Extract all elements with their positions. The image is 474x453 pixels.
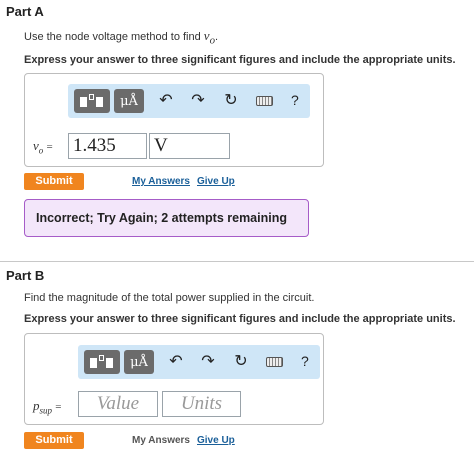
part-a-prompt-variable: vo bbox=[203, 28, 215, 47]
part-b-give-up-link[interactable]: Give Up bbox=[197, 435, 235, 446]
templates-icon bbox=[80, 94, 104, 108]
part-b-prompt: Find the magnitude of the total power su… bbox=[24, 292, 315, 304]
units-button[interactable]: μÅ bbox=[124, 350, 154, 374]
part-a-feedback-message: Incorrect; Try Again; 2 attempts remaini… bbox=[24, 199, 309, 237]
part-a-units-input[interactable]: V bbox=[149, 133, 230, 159]
part-b-equals: = bbox=[55, 401, 62, 413]
part-b-my-answers-link[interactable]: My Answers bbox=[132, 435, 190, 446]
templates-button[interactable] bbox=[84, 350, 120, 374]
units-button[interactable]: μÅ bbox=[114, 89, 144, 113]
units-icon: μÅ bbox=[130, 354, 148, 370]
keyboard-icon[interactable] bbox=[266, 357, 283, 367]
templates-icon bbox=[90, 355, 114, 369]
part-a-submit-button[interactable]: Submit bbox=[24, 173, 84, 190]
help-icon[interactable]: ? bbox=[291, 92, 299, 108]
part-b-submit-button[interactable]: Submit bbox=[24, 432, 84, 449]
templates-button[interactable] bbox=[74, 89, 110, 113]
part-a-prompt: Use the node voltage method to find vo. bbox=[24, 28, 218, 47]
part-b-toolbar: μÅ ↶ ↷ ↻ ? bbox=[78, 345, 320, 379]
part-b-title: Part B bbox=[6, 268, 45, 283]
part-a-prompt-text: Use the node voltage method to find bbox=[24, 31, 204, 43]
part-a-title: Part A bbox=[6, 4, 44, 19]
units-icon: μÅ bbox=[120, 93, 138, 109]
undo-icon[interactable]: ↶ bbox=[166, 352, 186, 372]
part-b-answer-box: μÅ ↶ ↷ ↻ ? psup = Value Units bbox=[24, 333, 324, 425]
part-b-instruction: Express your answer to three significant… bbox=[24, 313, 456, 325]
redo-icon[interactable]: ↷ bbox=[188, 91, 208, 111]
part-b-variable-label: psup = bbox=[33, 398, 62, 416]
part-a-toolbar: μÅ ↶ ↷ ↻ ? bbox=[68, 84, 310, 118]
part-a-variable-label: vo = bbox=[33, 138, 53, 156]
part-a-answer-box: μÅ ↶ ↷ ↻ ? vo = 1.435 V bbox=[24, 73, 324, 167]
reset-icon[interactable]: ↻ bbox=[221, 91, 241, 111]
part-a-prompt-suffix: . bbox=[215, 31, 219, 43]
part-b-units-input[interactable]: Units bbox=[162, 391, 241, 417]
redo-icon[interactable]: ↷ bbox=[198, 352, 218, 372]
keyboard-icon[interactable] bbox=[256, 96, 273, 106]
part-a-value-input[interactable]: 1.435 bbox=[68, 133, 147, 159]
part-b-value-input[interactable]: Value bbox=[78, 391, 158, 417]
part-a-instruction: Express your answer to three significant… bbox=[24, 54, 456, 66]
part-a-give-up-link[interactable]: Give Up bbox=[197, 176, 235, 187]
section-divider bbox=[0, 261, 474, 262]
part-a-equals: = bbox=[46, 141, 53, 153]
undo-icon[interactable]: ↶ bbox=[156, 91, 176, 111]
help-icon[interactable]: ? bbox=[301, 353, 309, 369]
part-a-my-answers-link[interactable]: My Answers bbox=[132, 176, 190, 187]
reset-icon[interactable]: ↻ bbox=[231, 352, 251, 372]
